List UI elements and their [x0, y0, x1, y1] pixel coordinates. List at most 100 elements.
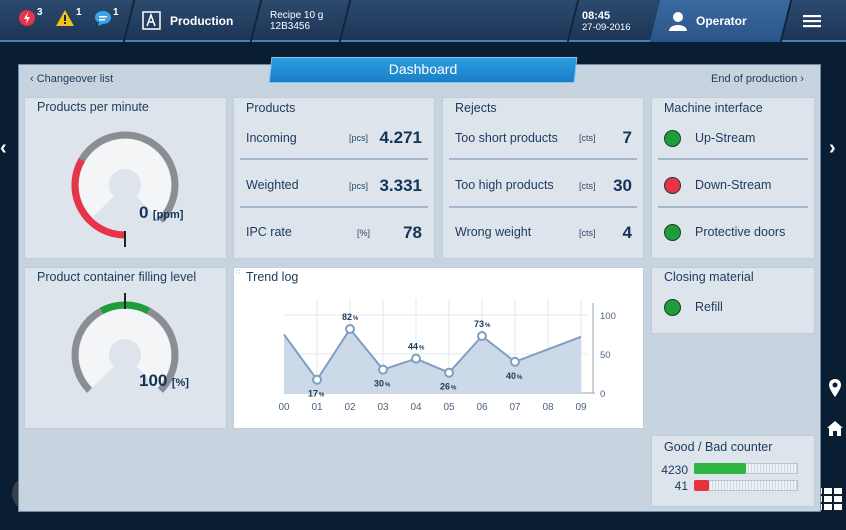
x-tick-label: 03: [377, 402, 389, 413]
products-incoming-unit: [pcs]: [349, 133, 369, 143]
container-value: 100: [139, 371, 168, 390]
x-tick-label: 07: [509, 402, 521, 413]
dashboard-title: Dashboard: [388, 61, 458, 77]
products-title: Products: [246, 101, 296, 115]
downstream-label: Down-Stream: [695, 178, 772, 192]
recipe-title: Recipe 10 g: [270, 10, 324, 21]
ppm-title: Products per minute: [37, 100, 149, 114]
datetime: 08:45 27-09-2016: [582, 0, 631, 42]
container-gauge: [71, 293, 179, 393]
location-icon[interactable]: [828, 378, 842, 398]
products-incoming-value: 4.271: [379, 128, 422, 147]
good-bar-fill: [694, 463, 746, 474]
protective-doors-label: Protective doors: [695, 225, 786, 239]
user-name: Operator: [696, 14, 747, 28]
changeover-list-label: Changeover list: [36, 73, 114, 85]
trend-point: [378, 364, 388, 375]
ppm-value: 0: [139, 203, 149, 222]
container-title: Product container filling level: [37, 270, 197, 284]
counter-title: Good / Bad counter: [664, 440, 773, 454]
rejects-weight-label: Wrong weight: [455, 225, 532, 239]
message-icon: [95, 11, 111, 26]
downstream-status-indicator: [664, 177, 681, 194]
products-ipc-value: 78: [403, 223, 422, 242]
upstream-label: Up-Stream: [695, 131, 756, 145]
date: 27-09-2016: [582, 21, 631, 33]
bad-bar-track: [694, 480, 798, 491]
x-tick-label: 06: [476, 402, 488, 413]
mode-label: Production: [170, 14, 234, 28]
container-readout: 100 [%]: [139, 371, 189, 391]
data-label: 44%: [408, 342, 425, 352]
error-icon: [19, 10, 35, 26]
rejects-short-value: 7: [622, 128, 632, 147]
trend-point: [345, 324, 355, 335]
end-of-production-label: End of production: [711, 73, 798, 85]
trend-chart: 17%82%30%44%26%73%40%00 01 02 03 04 05 06 07 08 0…: [278, 299, 616, 413]
home-icon[interactable]: [826, 420, 844, 437]
recipe-info[interactable]: Recipe 10 g 12B3456: [270, 0, 323, 42]
error-count: 3: [37, 7, 43, 18]
x-tick-label: 05: [443, 402, 455, 413]
recipe-id: 12B3456: [270, 21, 311, 32]
warning-count: 1: [76, 7, 82, 18]
production-mode[interactable]: Production: [142, 0, 233, 42]
products-incoming-label: Incoming: [246, 131, 297, 145]
chevron-right-icon: ›: [800, 73, 804, 85]
x-tick-label: 00: [278, 402, 290, 413]
trend-point: [444, 367, 454, 378]
x-tick-label: 01: [311, 402, 323, 413]
container-unit: [%]: [171, 377, 189, 389]
trend-point: [312, 374, 322, 385]
protective-doors-status-indicator: [664, 224, 681, 241]
hamburger-icon: [803, 15, 821, 28]
rejects-title: Rejects: [455, 101, 497, 115]
x-tick-label: 08: [542, 402, 554, 413]
top-bar: 3 1 1 Production Recipe 10 g 12B3456 08:…: [0, 0, 846, 42]
trend-point: [510, 356, 520, 367]
products-weighted-label: Weighted: [246, 178, 299, 192]
rejects-short-label: Too short products: [455, 131, 558, 145]
bad-count: 41: [674, 479, 688, 493]
products-weighted-value: 3.331: [379, 176, 422, 195]
data-label: 82%: [342, 312, 359, 322]
chevron-left-icon: ‹: [30, 73, 34, 85]
x-tick-label: 09: [575, 402, 587, 413]
message-notification[interactable]: 1: [94, 7, 119, 27]
time: 08:45: [582, 9, 611, 22]
products-weighted-unit: [pcs]: [349, 181, 369, 191]
next-page-arrow-icon[interactable]: ›: [829, 137, 836, 160]
machine-title: Machine interface: [664, 101, 763, 115]
error-notification[interactable]: 3: [18, 7, 43, 27]
user-icon: [669, 12, 687, 31]
trend-point: [411, 353, 421, 364]
main-menu-button[interactable]: [802, 0, 822, 42]
message-count: 1: [113, 7, 119, 18]
ppm-readout: 0 [ppm]: [139, 203, 183, 223]
changeover-list-link[interactable]: ‹ Changeover list: [30, 73, 113, 85]
end-of-production-link[interactable]: End of production ›: [711, 73, 804, 85]
user-menu[interactable]: Operator: [668, 0, 747, 42]
y-tick-label: 50: [600, 350, 611, 361]
data-label: 73%: [474, 319, 491, 329]
rejects-high-label: Too high products: [455, 178, 554, 192]
closing-title: Closing material: [664, 270, 754, 284]
previous-page-arrow-icon[interactable]: ‹: [0, 137, 7, 160]
good-count: 4230: [661, 463, 688, 477]
x-tick-label: 02: [344, 402, 356, 413]
ppm-unit: [ppm]: [152, 209, 184, 221]
upstream-status-indicator: [664, 130, 681, 147]
bad-bar-fill: [694, 480, 709, 491]
rejects-weight-value: 4: [622, 223, 632, 242]
warning-icon: [56, 10, 74, 26]
production-mode-icon: [142, 11, 161, 30]
y-tick-label: 0: [600, 389, 605, 400]
products-ipc-label: IPC rate: [246, 225, 292, 239]
products-ipc-unit: [%]: [357, 228, 371, 238]
x-tick-label: 04: [410, 402, 422, 413]
refill-label: Refill: [695, 300, 723, 314]
refill-status-indicator: [664, 299, 681, 316]
warning-notification[interactable]: 1: [55, 7, 82, 27]
trend-point: [477, 331, 487, 342]
rejects-high-value: 30: [613, 176, 632, 195]
